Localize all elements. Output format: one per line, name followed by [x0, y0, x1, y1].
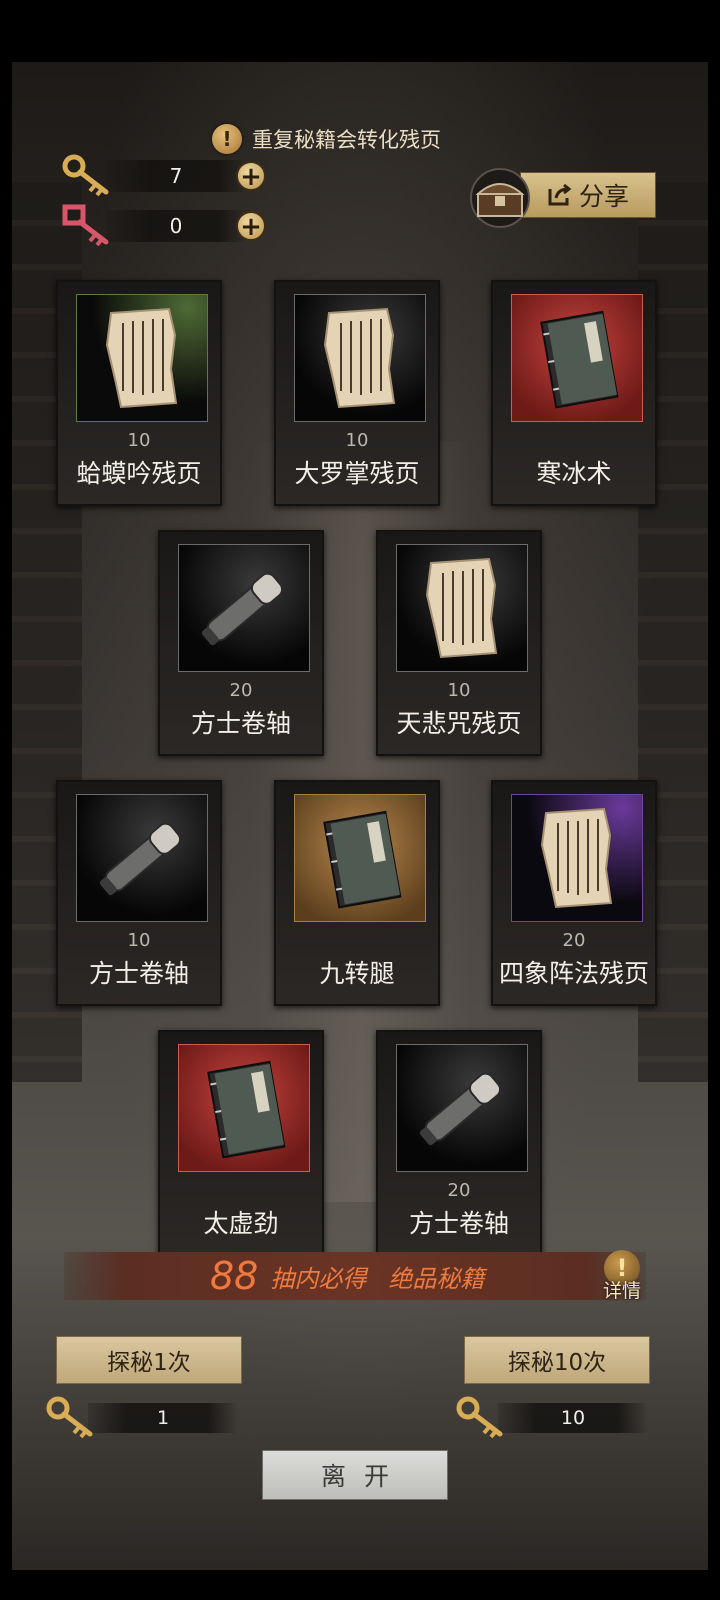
detail-label: 详情 [602, 1280, 641, 1302]
draw-once-label: 探秘1次 [107, 1350, 191, 1376]
scroll-icon [178, 544, 310, 672]
guarantee-banner: 88 抽内必得 绝品秘籍 [64, 1252, 646, 1300]
item-quantity: 10 [127, 930, 151, 951]
page-fragment-icon [294, 294, 426, 422]
item-name: 蛤蟆吟残页 [76, 459, 202, 488]
draw-ten-cost: 10 [456, 1396, 648, 1440]
share-icon [548, 183, 572, 206]
red-key-counter: 0 + [62, 204, 266, 248]
red-key-icon [62, 204, 112, 248]
item-name: 九转腿 [319, 959, 395, 988]
notice-text: 重复秘籍会转化残页 [252, 128, 441, 152]
item-name: 天悲咒残页 [396, 709, 522, 738]
item-name: 大罗掌残页 [294, 459, 420, 488]
red-key-count: 0 [106, 210, 246, 242]
item-card[interactable]: 20 方士卷轴 [158, 530, 324, 756]
leave-label: 离开 [320, 1462, 407, 1491]
page-fragment-icon [396, 544, 528, 672]
item-card[interactable]: 20 四象阵法残页 [491, 780, 657, 1006]
item-quantity: 10 [447, 680, 471, 701]
item-quantity: 20 [562, 930, 586, 951]
item-quantity: 10 [127, 430, 151, 451]
scroll-icon [76, 794, 208, 922]
gold-key-icon [62, 154, 112, 198]
guarantee-number: 88 [210, 1254, 259, 1298]
item-card[interactable]: 10 方士卷轴 [56, 780, 222, 1006]
item-card[interactable]: 20 方士卷轴 [376, 1030, 542, 1256]
scroll-icon [396, 1044, 528, 1172]
gold-key-icon [456, 1396, 506, 1440]
gold-key-counter: 7 + [62, 154, 266, 198]
item-card[interactable]: 太虚劲 [158, 1030, 324, 1256]
page-fragment-icon [511, 794, 643, 922]
manual-book-icon [294, 794, 426, 922]
item-card[interactable]: 10 大罗掌残页 [274, 280, 440, 506]
item-card[interactable]: 10 天悲咒残页 [376, 530, 542, 756]
warning-icon: ! [212, 124, 242, 154]
guarantee-text-1: 抽内必得 [270, 1264, 367, 1293]
treasure-chest-icon[interactable] [468, 168, 532, 228]
gold-key-count: 7 [106, 160, 246, 192]
item-name: 方士卷轴 [88, 959, 189, 988]
share-label: 分享 [578, 182, 629, 211]
item-card[interactable]: 寒冰术 [491, 280, 657, 506]
item-name: 四象阵法残页 [498, 959, 649, 988]
item-name: 寒冰术 [536, 459, 612, 488]
item-quantity: 10 [345, 430, 369, 451]
item-quantity: 20 [229, 680, 253, 701]
draw-once-button[interactable]: 探秘1次 [56, 1336, 242, 1384]
draw-once-cost-value: 1 [88, 1403, 238, 1433]
duplicate-notice: ! 重复秘籍会转化残页 [212, 124, 441, 154]
add-gold-key-button[interactable]: + [236, 161, 266, 191]
manual-book-icon [511, 294, 643, 422]
item-name: 太虚劲 [203, 1209, 279, 1238]
item-card[interactable]: 10 蛤蟆吟残页 [56, 280, 222, 506]
draw-once-cost: 1 [46, 1396, 238, 1440]
draw-ten-button[interactable]: 探秘10次 [464, 1336, 650, 1384]
guarantee-text-2: 绝品秘籍 [388, 1264, 485, 1293]
draw-ten-label: 探秘10次 [507, 1350, 607, 1376]
item-name: 方士卷轴 [408, 1209, 509, 1238]
page-fragment-icon [76, 294, 208, 422]
gold-key-icon [46, 1396, 96, 1440]
item-name: 方士卷轴 [190, 709, 291, 738]
add-red-key-button[interactable]: + [236, 211, 266, 241]
leave-button[interactable]: 离开 [262, 1450, 448, 1500]
draw-ten-cost-value: 10 [498, 1403, 648, 1433]
share-button[interactable]: 分享 [520, 172, 656, 218]
detail-button[interactable]: ! 详情 [598, 1250, 646, 1304]
item-card[interactable]: 九转腿 [274, 780, 440, 1006]
item-quantity: 20 [447, 1180, 471, 1201]
manual-book-icon [178, 1044, 310, 1172]
